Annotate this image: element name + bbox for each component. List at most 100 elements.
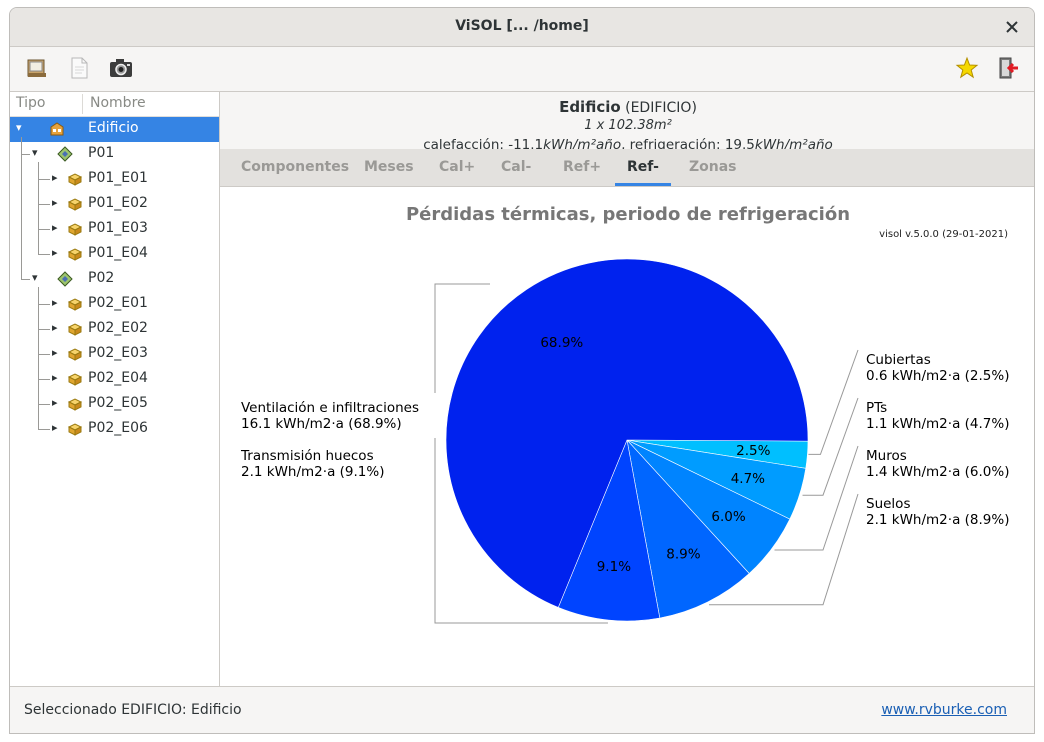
close-button[interactable] <box>1000 15 1024 39</box>
pie-percent-label: 8.9% <box>666 546 700 562</box>
tab-meses[interactable]: Meses <box>364 159 414 175</box>
space-icon <box>67 246 83 262</box>
element-name: Edificio <box>559 98 621 116</box>
space-icon <box>67 396 83 412</box>
expand-arrow-icon[interactable]: ▸ <box>52 246 58 259</box>
tree-item-p02[interactable]: ▾ P02 <box>10 267 219 292</box>
space-icon <box>67 421 83 437</box>
tree-item-edificio[interactable]: ▾ Edificio <box>10 117 219 142</box>
tree-guide-line <box>38 304 50 305</box>
legend-label-value: 0.6 kWh/m2·a (2.5%) <box>866 368 1009 384</box>
star-icon <box>955 56 979 79</box>
status-bar: Seleccionado EDIFICIO: Edificio www.rvbu… <box>10 686 1034 733</box>
expand-arrow-icon[interactable]: ▸ <box>52 296 58 309</box>
expand-arrow-icon[interactable]: ▸ <box>52 171 58 184</box>
collapse-arrow-icon[interactable]: ▾ <box>32 146 38 159</box>
column-header-tipo[interactable]: Tipo <box>16 95 45 111</box>
pie-percent-label: 4.7% <box>731 471 765 487</box>
tree-header: Tipo Nombre <box>10 92 219 117</box>
tree-guide-line <box>38 379 50 380</box>
floor-icon <box>57 146 73 162</box>
titlebar[interactable]: ViSOL [... /home] <box>10 8 1034 47</box>
version-label: visol v.5.0.0 (29-01-2021) <box>879 229 1008 240</box>
expand-arrow-icon[interactable]: ▸ <box>52 321 58 334</box>
toolbar <box>10 47 1034 92</box>
expand-arrow-icon[interactable]: ▸ <box>52 396 58 409</box>
pie-percent-label: 9.1% <box>597 559 631 575</box>
collapse-arrow-icon[interactable]: ▾ <box>16 121 22 134</box>
legend-label-name: Transmisión huecos <box>240 448 374 464</box>
tree-item-label: P01_E03 <box>88 220 148 236</box>
open-icon <box>27 59 46 77</box>
collapse-arrow-icon[interactable]: ▾ <box>32 271 38 284</box>
tab-cal-minus[interactable]: Cal- <box>501 159 531 175</box>
tree-guide-line <box>38 179 50 180</box>
tree-guide-line <box>21 279 30 280</box>
tree-guide-line <box>38 354 50 355</box>
legend-label-name: PTs <box>866 400 887 416</box>
element-heading: Edificio (EDIFICIO) <box>220 98 1034 116</box>
legend-label-name: Ventilación e infiltraciones <box>241 400 419 416</box>
expand-arrow-icon[interactable]: ▸ <box>52 346 58 359</box>
tree-item-label: P02_E02 <box>88 320 148 336</box>
tree-guide-line <box>38 254 50 255</box>
tab-ref-minus[interactable]: Ref- <box>627 159 659 175</box>
tab-bar: Componentes Meses Cal+ Cal- Ref+ Ref- Zo… <box>220 149 1034 187</box>
tree-item-label: P02_E04 <box>88 370 148 386</box>
tree-item-label: P01_E04 <box>88 245 148 261</box>
open-button[interactable] <box>24 55 50 81</box>
tree-guide-line <box>38 429 50 430</box>
legend-label-value: 1.4 kWh/m2·a (6.0%) <box>866 464 1009 480</box>
space-icon <box>67 321 83 337</box>
tree-item-label: P02_E01 <box>88 295 148 311</box>
tree-guide-line <box>38 329 50 330</box>
tree-item-label: P02 <box>88 270 115 286</box>
app-window: ViSOL [... /home] Tipo Nombre ▾ Edificio… <box>9 7 1035 734</box>
tree-item-p01[interactable]: ▾ P01 <box>10 142 219 167</box>
tree-item-label: P01 <box>88 145 115 161</box>
tree-guide-line <box>38 204 50 205</box>
tree-item-label: P02_E06 <box>88 420 148 436</box>
space-icon <box>67 346 83 362</box>
tab-cal-plus[interactable]: Cal+ <box>439 159 475 175</box>
legend-label-value: 2.1 kWh/m2·a (9.1%) <box>241 464 384 480</box>
expand-arrow-icon[interactable]: ▸ <box>52 196 58 209</box>
tree-guide-line <box>21 137 22 280</box>
pie-percent-label: 2.5% <box>736 443 770 459</box>
chart-title: Pérdidas térmicas, periodo de refrigerac… <box>406 204 850 225</box>
building-icon <box>49 121 65 137</box>
screenshot-button[interactable] <box>108 55 134 81</box>
chart-area: Pérdidas térmicas, periodo de refrigerac… <box>220 187 1034 686</box>
pie-percent-label: 6.0% <box>711 509 745 525</box>
legend-label-name: Muros <box>866 448 907 464</box>
space-icon <box>67 221 83 237</box>
legend-label-value: 2.1 kWh/m2·a (8.9%) <box>866 512 1009 528</box>
expand-arrow-icon[interactable]: ▸ <box>52 221 58 234</box>
expand-arrow-icon[interactable]: ▸ <box>52 421 58 434</box>
favorite-button[interactable] <box>954 55 980 81</box>
active-tab-indicator <box>615 183 671 186</box>
tree-panel[interactable]: Tipo Nombre ▾ Edificio ▾ P01 ▸ P01_E01 ▸ P01_E0… <box>10 92 220 687</box>
tree-guide-line <box>38 162 39 255</box>
status-text: Seleccionado EDIFICIO: Edificio <box>24 702 242 718</box>
tab-zonas[interactable]: Zonas <box>689 159 737 175</box>
new-document-button[interactable] <box>66 55 92 81</box>
tab-componentes[interactable]: Componentes <box>241 159 349 175</box>
tab-ref-plus[interactable]: Ref+ <box>563 159 601 175</box>
tree-item-label: P01_E02 <box>88 195 148 211</box>
exit-button[interactable] <box>995 55 1021 81</box>
element-type: (EDIFICIO) <box>625 100 697 116</box>
tree-item-label: P02_E03 <box>88 345 148 361</box>
space-icon <box>67 371 83 387</box>
leader-line <box>808 349 859 455</box>
legend-label-name: Suelos <box>866 496 910 512</box>
pie-chart: Pérdidas térmicas, periodo de refrigerac… <box>240 204 1009 624</box>
legend-label-name: Cubiertas <box>866 352 931 368</box>
website-link[interactable]: www.rvburke.com <box>881 702 1007 718</box>
leader-line <box>802 397 859 496</box>
legend-label-value: 1.1 kWh/m2·a (4.7%) <box>866 416 1009 432</box>
column-header-nombre[interactable]: Nombre <box>90 95 146 111</box>
expand-arrow-icon[interactable]: ▸ <box>52 371 58 384</box>
column-separator <box>82 94 83 114</box>
legend-label-value: 16.1 kWh/m2·a (68.9%) <box>241 416 402 432</box>
